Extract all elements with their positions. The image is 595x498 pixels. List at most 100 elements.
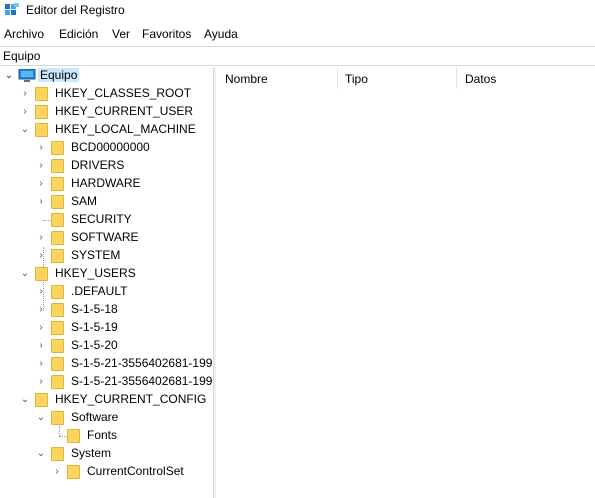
window-title: Editor del Registro — [26, 3, 125, 17]
tree-item-default[interactable]: › .DEFAULT — [0, 283, 213, 301]
column-header-label: Datos — [465, 72, 497, 86]
folder-icon — [51, 339, 64, 353]
tree-item-label: S-1-5-20 — [71, 338, 118, 352]
folder-icon — [35, 105, 48, 119]
menu-archivo[interactable]: Archivo — [4, 27, 44, 41]
tree-item-s-1-5-18[interactable]: › S-1-5-18 — [0, 301, 213, 319]
tree-item-label: BCD00000000 — [71, 140, 150, 154]
tree-item-equipo[interactable]: ⌄ Equipo — [0, 67, 213, 85]
column-header-label: Tipo — [345, 72, 368, 86]
values-list-pane[interactable]: Nombre Tipo Datos — [216, 67, 595, 498]
tree-item-label: HKEY_CURRENT_CONFIG — [55, 392, 207, 406]
chevron-down-icon[interactable]: ⌄ — [19, 267, 31, 281]
tree-item-label: HKEY_LOCAL_MACHINE — [55, 122, 196, 136]
chevron-right-icon[interactable]: › — [35, 141, 47, 155]
folder-icon — [35, 267, 48, 281]
folder-icon — [35, 123, 48, 137]
chevron-right-icon[interactable]: › — [35, 357, 47, 371]
menu-favoritos[interactable]: Favoritos — [142, 27, 191, 41]
chevron-down-icon[interactable]: ⌄ — [35, 447, 47, 461]
chevron-down-icon[interactable]: ⌄ — [19, 393, 31, 407]
tree-item-label: HKEY_CURRENT_USER — [55, 104, 194, 118]
column-header-label: Nombre — [225, 72, 268, 86]
chevron-down-icon[interactable]: ⌄ — [35, 411, 47, 425]
chevron-right-icon[interactable]: › — [51, 465, 63, 479]
tree-item-fonts[interactable]: Fonts — [0, 427, 213, 445]
tree-item-hkey-current-user[interactable]: › HKEY_CURRENT_USER — [0, 103, 213, 121]
tree-item-label: S-1-5-18 — [71, 302, 118, 316]
tree-item-label: S-1-5-21-3556402681-1991 — [71, 356, 213, 370]
chevron-right-icon[interactable]: › — [35, 231, 47, 245]
chevron-right-icon[interactable]: › — [35, 285, 47, 299]
tree-item-label: SECURITY — [71, 212, 132, 226]
folder-icon — [67, 465, 80, 479]
chevron-right-icon[interactable]: › — [19, 105, 31, 119]
tree-item-label: SAM — [71, 194, 98, 208]
folder-icon — [51, 375, 64, 389]
tree-item-s-1-5-20[interactable]: › S-1-5-20 — [0, 337, 213, 355]
chevron-right-icon[interactable]: › — [35, 303, 47, 317]
folder-icon — [67, 429, 80, 443]
chevron-right-icon[interactable]: › — [35, 177, 47, 191]
menu-bar: Archivo Edición Ver Favoritos Ayuda — [0, 25, 595, 45]
folder-icon — [51, 213, 64, 227]
address-path[interactable]: Equipo — [3, 49, 40, 63]
tree-item-label: SOFTWARE — [71, 230, 139, 244]
tree-item-drivers[interactable]: › DRIVERS — [0, 157, 213, 175]
tree-item-hkey-local-machine[interactable]: ⌄ HKEY_LOCAL_MACHINE — [0, 121, 213, 139]
tree-item-label: Software — [71, 410, 119, 424]
tree-item-bcd00000000[interactable]: › BCD00000000 — [0, 139, 213, 157]
chevron-right-icon[interactable]: › — [35, 249, 47, 263]
folder-icon — [51, 411, 64, 425]
tree-item-label: Equipo — [38, 68, 80, 82]
tree-item-s-1-5-19[interactable]: › S-1-5-19 — [0, 319, 213, 337]
menu-edicion[interactable]: Edición — [59, 27, 98, 41]
tree-item-label: S-1-5-21-3556402681-1991 — [71, 374, 213, 388]
title-bar: Editor del Registro — [0, 0, 595, 22]
folder-icon — [51, 303, 64, 317]
tree-item-config-system[interactable]: ⌄ System — [0, 445, 213, 463]
tree-item-config-software[interactable]: ⌄ Software — [0, 409, 213, 427]
tree-item-system[interactable]: › SYSTEM — [0, 247, 213, 265]
chevron-down-icon[interactable]: ⌄ — [3, 69, 15, 83]
tree-item-label: .DEFAULT — [71, 284, 128, 298]
column-header-tipo[interactable]: Tipo — [336, 67, 457, 89]
folder-icon — [51, 141, 64, 155]
folder-icon — [51, 447, 64, 461]
tree-item-label: System — [71, 446, 112, 460]
chevron-right-icon[interactable]: › — [35, 375, 47, 389]
tree-item-s-1-5-21-user[interactable]: › S-1-5-21-3556402681-1991 — [0, 355, 213, 373]
menu-ver[interactable]: Ver — [112, 27, 130, 41]
tree-item-hkey-users[interactable]: ⌄ HKEY_USERS — [0, 265, 213, 283]
tree-item-currentcontrolset[interactable]: › CurrentControlSet — [0, 463, 213, 481]
tree-item-label: CurrentControlSet — [87, 464, 184, 478]
tree-item-software[interactable]: › SOFTWARE — [0, 229, 213, 247]
tree-item-security[interactable]: SECURITY — [0, 211, 213, 229]
chevron-right-icon[interactable]: › — [19, 87, 31, 101]
chevron-right-icon[interactable]: › — [35, 321, 47, 335]
tree-item-label: S-1-5-19 — [71, 320, 118, 334]
column-header-datos[interactable]: Datos — [456, 67, 595, 89]
computer-icon — [18, 69, 36, 82]
chevron-right-icon[interactable]: › — [35, 339, 47, 353]
folder-icon — [35, 393, 48, 407]
chevron-right-icon[interactable]: › — [35, 159, 47, 173]
tree-item-label: DRIVERS — [71, 158, 125, 172]
chevron-down-icon[interactable]: ⌄ — [19, 123, 31, 137]
tree-pane[interactable]: ⌄ Equipo › HKEY_CLASSES_ROOT › HKEY_CURR… — [0, 67, 213, 498]
folder-icon — [51, 231, 64, 245]
menu-ayuda[interactable]: Ayuda — [204, 27, 238, 41]
folder-icon — [51, 249, 64, 263]
tree-item-hardware[interactable]: › HARDWARE — [0, 175, 213, 193]
column-header-nombre[interactable]: Nombre — [216, 67, 338, 89]
tree-item-hkey-current-config[interactable]: ⌄ HKEY_CURRENT_CONFIG — [0, 391, 213, 409]
folder-icon — [51, 177, 64, 191]
address-bar[interactable]: Equipo — [0, 46, 595, 66]
folder-icon — [51, 195, 64, 209]
folder-icon — [35, 87, 48, 101]
folder-icon — [51, 159, 64, 173]
chevron-right-icon[interactable]: › — [35, 195, 47, 209]
tree-item-hkey-classes-root[interactable]: › HKEY_CLASSES_ROOT — [0, 85, 213, 103]
tree-item-s-1-5-21-classes[interactable]: › S-1-5-21-3556402681-1991 — [0, 373, 213, 391]
tree-item-sam[interactable]: › SAM — [0, 193, 213, 211]
